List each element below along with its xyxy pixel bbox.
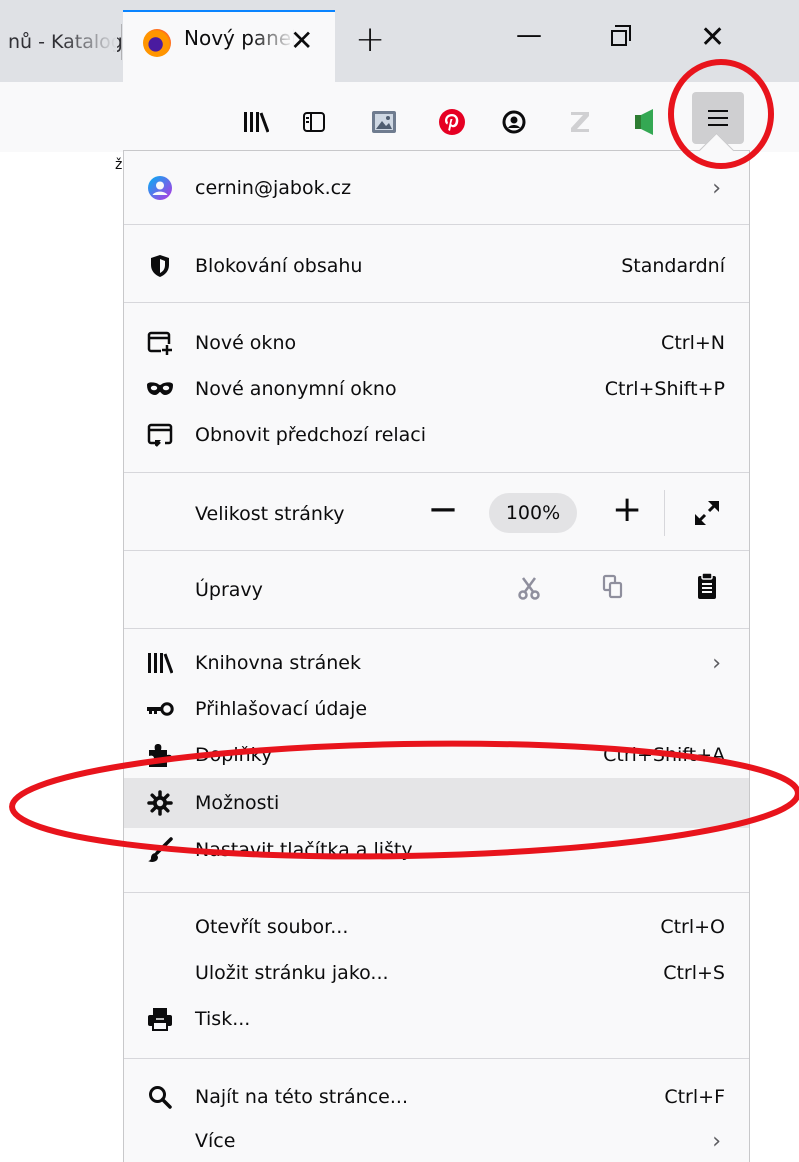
print-label: Tisk...: [195, 1008, 251, 1030]
new-window-shortcut: Ctrl+N: [661, 332, 725, 354]
library-icon[interactable]: [238, 104, 274, 140]
menu-item-library[interactable]: Knihovna stránek ›: [124, 640, 749, 686]
account-avatar-icon: [146, 174, 174, 202]
extension-icon[interactable]: [626, 104, 662, 140]
tab-separator: [121, 24, 122, 60]
gear-icon: [146, 789, 174, 817]
pinterest-icon[interactable]: [434, 104, 470, 140]
menu-item-addons[interactable]: Doplňky Ctrl+Shift+A: [124, 732, 749, 778]
content-blocking-label: Blokování obsahu: [195, 255, 363, 277]
mask-icon: [146, 375, 174, 403]
new-window-label: Nové okno: [195, 332, 297, 354]
printer-icon: [146, 1005, 174, 1033]
menu-item-print[interactable]: Tisk...: [124, 996, 749, 1042]
addons-shortcut: Ctrl+Shift+A: [603, 744, 725, 766]
private-window-shortcut: Ctrl+Shift+P: [604, 378, 725, 400]
fullscreen-icon[interactable]: [694, 500, 720, 526]
menu-separator: [124, 302, 749, 303]
chevron-right-icon: ›: [712, 175, 721, 201]
find-shortcut: Ctrl+F: [664, 1086, 725, 1108]
menu-item-find[interactable]: Najít na této stránce... Ctrl+F: [124, 1074, 749, 1120]
menu-item-more[interactable]: Více ›: [124, 1120, 749, 1162]
copy-icon[interactable]: [602, 574, 624, 600]
restore-session-icon: [146, 421, 174, 449]
more-label: Více: [195, 1130, 236, 1152]
window-close-button[interactable]: ✕: [700, 20, 725, 55]
key-icon: [146, 695, 174, 723]
content-blocking-value: Standardní: [621, 255, 725, 277]
account-email: cernin@jabok.cz: [195, 177, 352, 199]
private-window-label: Nové anonymní okno: [195, 378, 397, 400]
menu-item-open-file[interactable]: Otevřít soubor... Ctrl+O: [124, 904, 749, 950]
menu-item-options[interactable]: Možnosti: [124, 778, 749, 828]
edit-label: Úpravy: [195, 579, 263, 601]
menu-item-new-window[interactable]: Nové okno Ctrl+N: [124, 320, 749, 366]
chevron-right-icon: ›: [712, 1128, 721, 1154]
library-icon: [146, 649, 174, 677]
zoom-in-button[interactable]: +: [612, 490, 642, 530]
menu-item-save-page[interactable]: Uložit stránku jako... Ctrl+S: [124, 950, 749, 996]
customize-label: Nastavit tlačítka a lišty...: [195, 839, 429, 861]
zoom-value: 100%: [505, 502, 561, 524]
paste-icon[interactable]: [696, 572, 718, 600]
zotero-icon[interactable]: [562, 104, 598, 140]
find-label: Najít na této stránce...: [195, 1086, 408, 1108]
menu-item-private-window[interactable]: Nové anonymní okno Ctrl+Shift+P: [124, 366, 749, 412]
window-restore-button[interactable]: [611, 25, 631, 46]
puzzle-icon: [146, 741, 174, 769]
sidebar-icon[interactable]: [296, 104, 332, 140]
account-icon[interactable]: [496, 104, 532, 140]
shield-icon: [146, 252, 174, 280]
tab-close-icon[interactable]: ✕: [290, 26, 313, 56]
tab-previous-fade: [62, 20, 117, 64]
menu-item-customize[interactable]: Nastavit tlačítka a lišty...: [124, 828, 749, 872]
menu-icon: [708, 110, 728, 126]
logins-label: Přihlašovací údaje: [195, 698, 368, 720]
tab-title-fade: [250, 24, 295, 64]
firefox-icon: [143, 29, 171, 57]
paintbrush-icon: [146, 836, 174, 864]
save-page-label: Uložit stránku jako...: [195, 962, 389, 984]
screenshot-icon[interactable]: [366, 104, 402, 140]
menu-separator: [124, 892, 749, 893]
zoom-reset-button[interactable]: 100%: [489, 493, 577, 533]
open-file-shortcut: Ctrl+O: [660, 916, 725, 938]
open-file-label: Otevřít soubor...: [195, 916, 349, 938]
zoom-label: Velikost stránky: [195, 503, 345, 525]
menu-separator: [124, 1058, 749, 1059]
menu-separator: [124, 224, 749, 225]
save-page-shortcut: Ctrl+S: [663, 962, 725, 984]
new-window-icon: [146, 329, 174, 357]
zoom-divider: [664, 490, 665, 536]
addons-label: Doplňky: [195, 744, 273, 766]
chevron-right-icon: ›: [712, 650, 721, 676]
new-tab-button[interactable]: +: [355, 20, 385, 60]
menu-item-logins[interactable]: Přihlašovací údaje: [124, 686, 749, 732]
library-label: Knihovna stránek: [195, 652, 361, 674]
options-label: Možnosti: [195, 792, 280, 814]
menu-item-content-blocking[interactable]: Blokování obsahu Standardní: [124, 238, 749, 294]
menu-item-edit: Úpravy: [124, 564, 749, 616]
window-minimize-button[interactable]: —: [516, 20, 542, 50]
menu-item-restore-session[interactable]: Obnovit předchozí relaci: [124, 412, 749, 458]
menu-separator: [124, 472, 749, 473]
cut-icon[interactable]: [518, 576, 540, 600]
menu-item-account[interactable]: cernin@jabok.cz ›: [124, 160, 749, 216]
zoom-out-button[interactable]: —: [430, 494, 456, 524]
page-text-fragment: ž: [115, 157, 123, 173]
search-icon: [146, 1083, 174, 1111]
menu-separator: [124, 628, 749, 629]
menu-separator: [124, 550, 749, 551]
restore-session-label: Obnovit předchozí relaci: [195, 424, 427, 446]
